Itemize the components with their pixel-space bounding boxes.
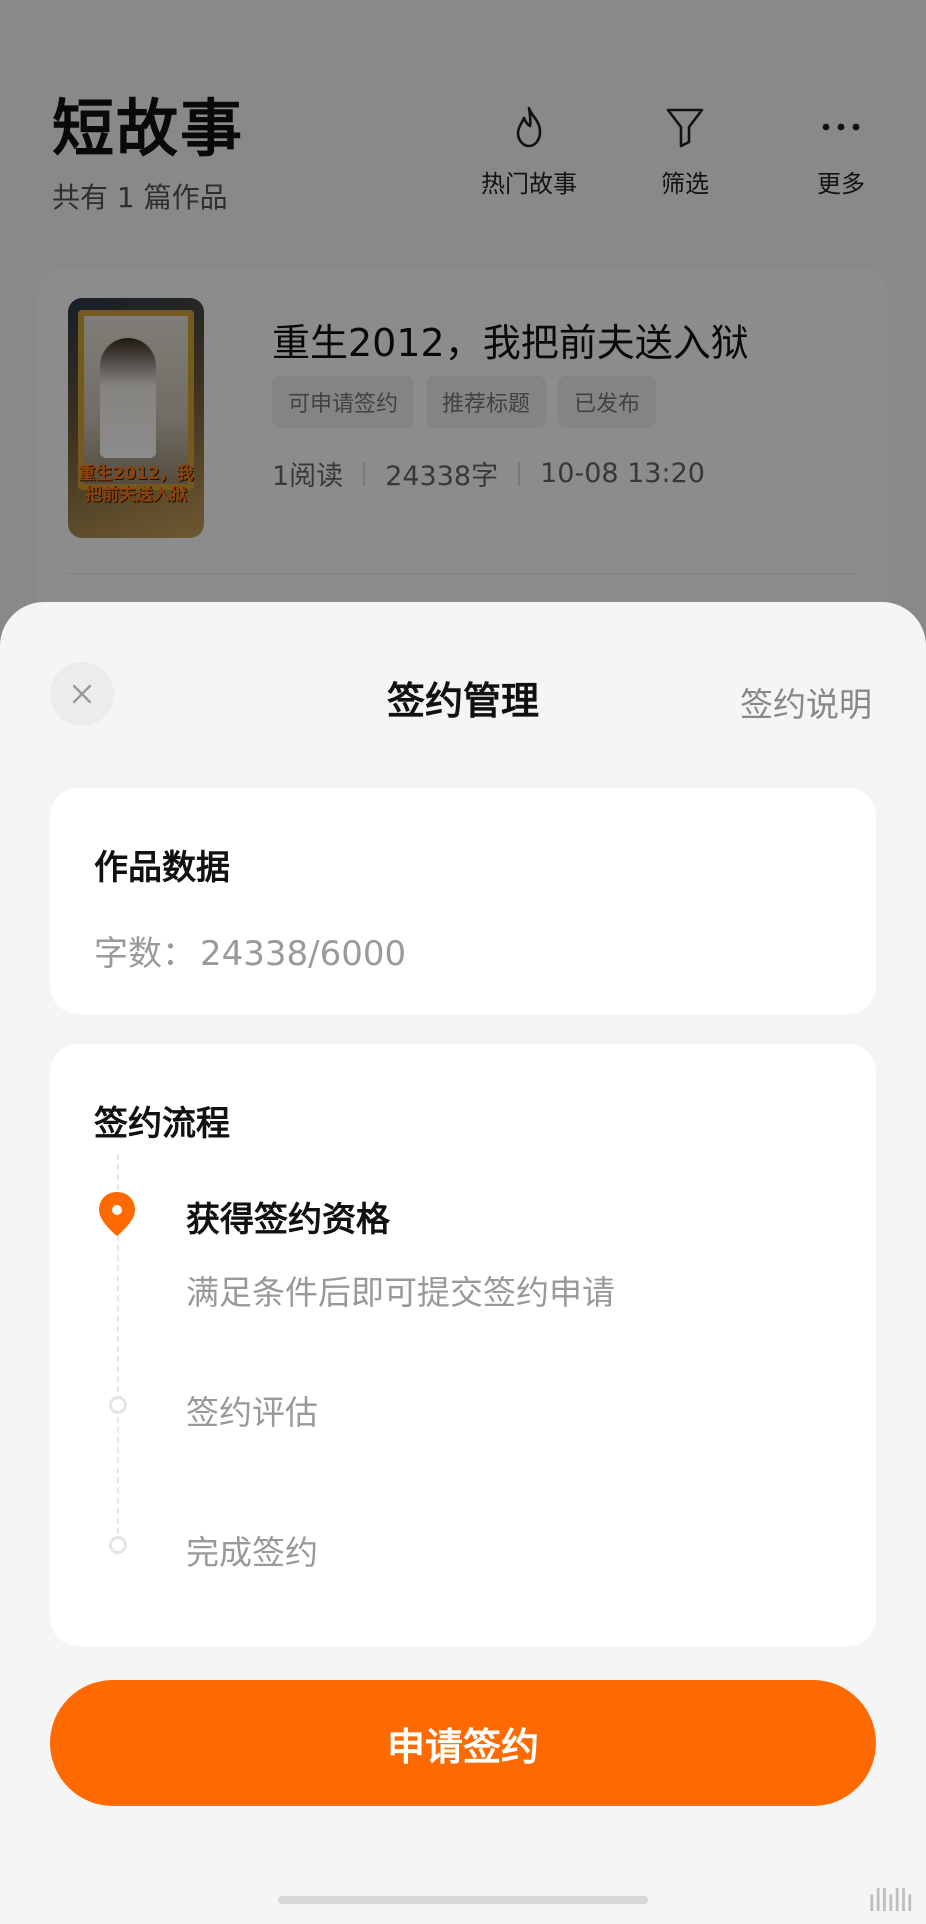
word-count-value: 24338/6000	[200, 934, 407, 974]
word-count-label: 字数：	[94, 934, 196, 974]
sign-flow-panel: 签约流程 获得签约资格 满足条件后即可提交签约申请 签约评估 完成签约	[50, 1044, 876, 1646]
sign-help-link[interactable]: 签约说明	[740, 678, 872, 726]
apply-sign-button[interactable]: 申请签约	[50, 1680, 876, 1806]
step-get-eligibility-desc: 满足条件后即可提交签约申请	[186, 1273, 615, 1312]
sign-management-sheet: 签约管理 签约说明 作品数据 字数： 24338/6000 签约流程 获得签约资格…	[0, 602, 926, 1924]
step-get-eligibility: 获得签约资格	[186, 1200, 390, 1240]
step-evaluation: 签约评估	[186, 1393, 318, 1432]
word-count-row: 字数： 24338/6000	[94, 926, 406, 975]
home-indicator[interactable]	[278, 1896, 648, 1904]
work-data-panel: 作品数据 字数： 24338/6000	[50, 788, 876, 1014]
step-complete: 完成签约	[186, 1533, 318, 1572]
sign-flow-heading: 签约流程	[94, 1104, 230, 1144]
step-dot	[109, 1536, 127, 1554]
work-data-heading: 作品数据	[94, 848, 230, 888]
step-dot	[109, 1396, 127, 1414]
location-pin-icon	[99, 1192, 135, 1236]
watermark: ıllıllı	[867, 1884, 914, 1919]
